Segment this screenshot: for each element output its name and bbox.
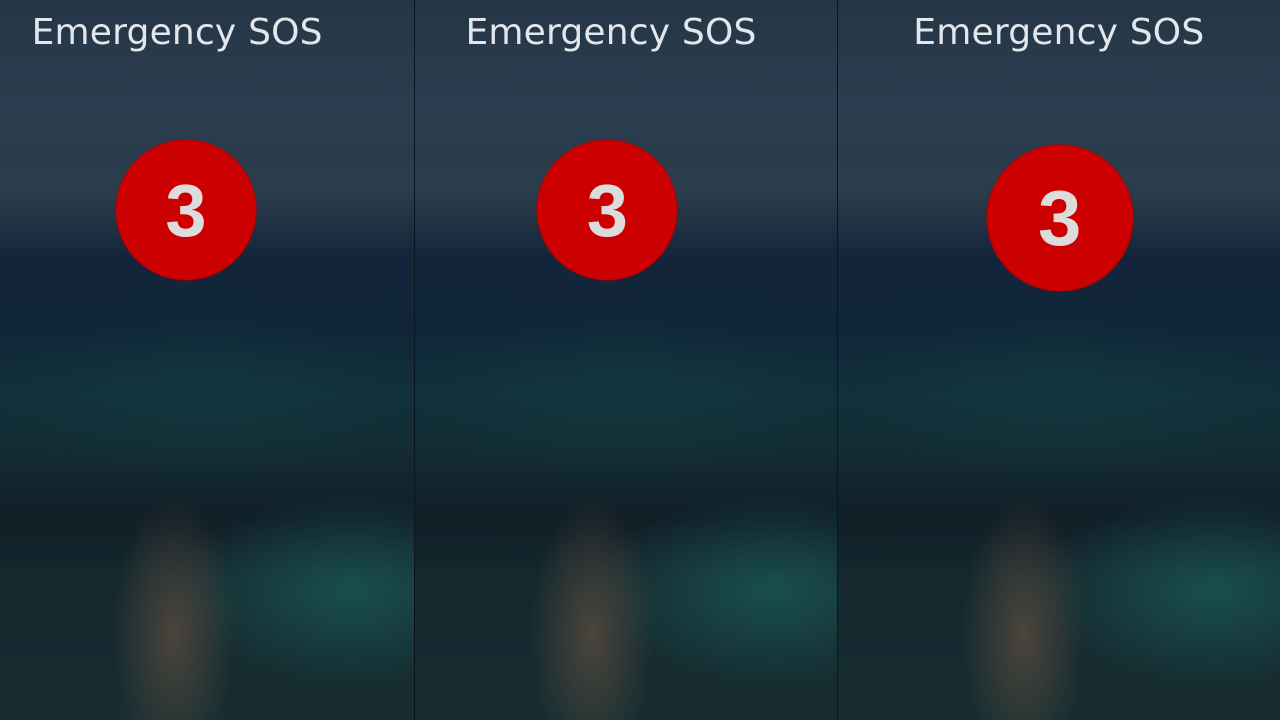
sos-screen-1: Emergency SOS 3 [0, 0, 415, 720]
countdown-circle: 3 [116, 140, 256, 280]
emergency-sos-title: Emergency SOS [465, 12, 757, 53]
emergency-sos-title: Emergency SOS [913, 12, 1205, 53]
emergency-sos-title: Emergency SOS [31, 12, 323, 53]
sos-screen-2: Emergency SOS 3 [415, 0, 837, 720]
countdown-circle: 3 [537, 140, 678, 280]
sos-comparison-frame: Emergency SOS 3 Emergency SOS 3 Emergenc… [0, 0, 1280, 720]
countdown-circle: 3 [986, 145, 1133, 291]
sos-screen-3: Emergency SOS 3 [837, 0, 1280, 720]
